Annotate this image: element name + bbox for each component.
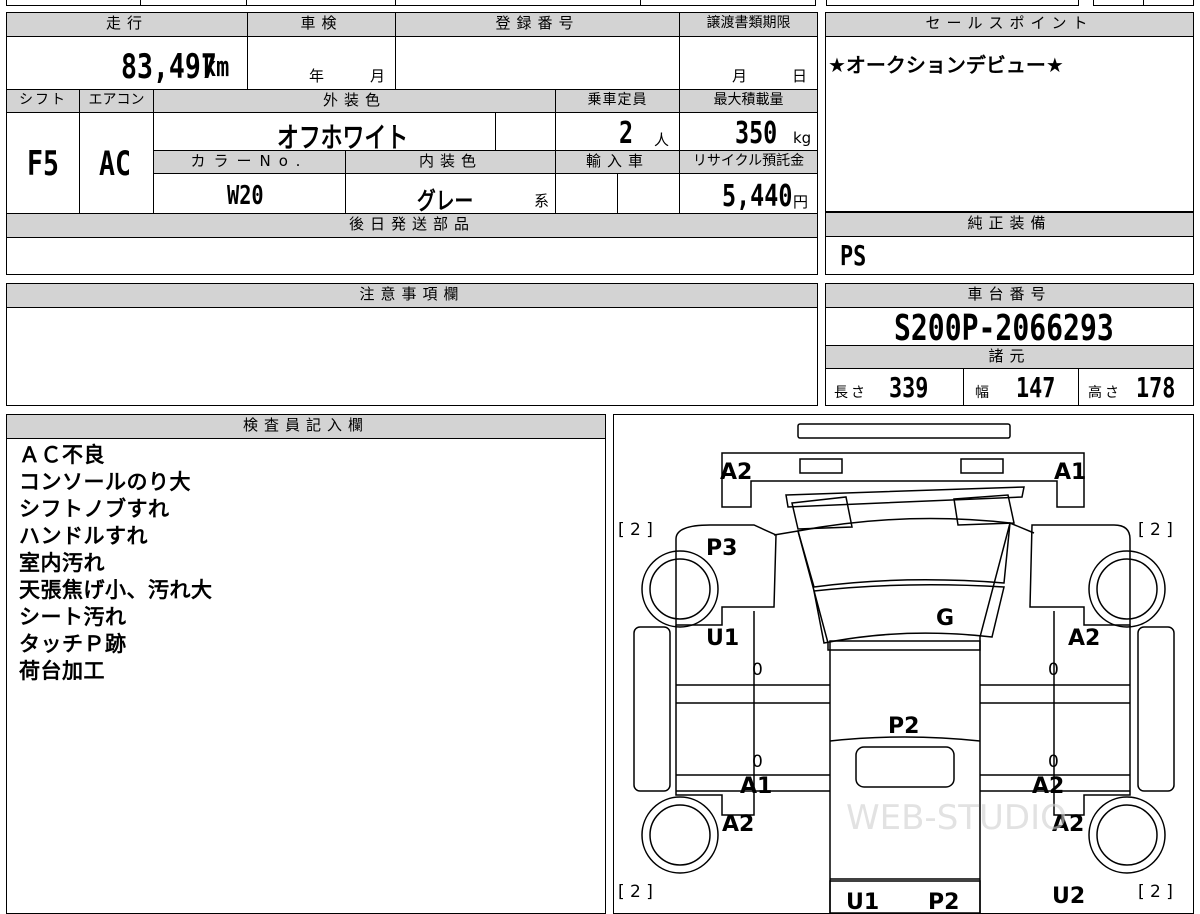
note-item: 荷台加工 xyxy=(19,659,105,683)
mileage-unit: km xyxy=(203,50,230,83)
top-strip xyxy=(6,0,816,6)
inspector-box: 検査員記入欄 ＡＣ不良 コンソールのり大 シフトノブすれ ハンドルすれ 室内汚れ… xyxy=(6,414,606,914)
capacity-unit: 人 xyxy=(654,131,670,149)
color-no-value: W20 xyxy=(227,181,264,211)
equipment-box: 純正装備 PS xyxy=(825,212,1194,275)
tire-mark-rear-left: [ 2 ] xyxy=(618,882,653,902)
capacity-value: 2 xyxy=(619,116,634,151)
transfer-day: 日 xyxy=(792,67,808,85)
label-bottom-left: U1 xyxy=(846,890,879,913)
label-front-right: A1 xyxy=(1054,460,1086,485)
ac-value: AC xyxy=(99,144,131,184)
recycle-unit: 円 xyxy=(793,193,809,211)
import-header: 輸入車 xyxy=(556,151,679,173)
label-left-front-door: U1 xyxy=(706,626,739,651)
ac-header: エアコン xyxy=(80,90,153,112)
max-load-value: 350 xyxy=(735,116,778,151)
label-front-left: A2 xyxy=(720,460,752,485)
vehicle-diagram-box: A2 A1 P3 G U1 A2 P2 A1 A2 A2 A2 U1 P2 U2… xyxy=(613,414,1194,914)
chassis-number: S200P-2066293 xyxy=(894,308,1114,349)
tire-mark-front-left: [ 2 ] xyxy=(618,520,653,540)
transfer-month: 月 xyxy=(732,67,748,85)
note-item: ハンドルすれ xyxy=(19,524,148,548)
height-value: 178 xyxy=(1136,371,1176,404)
sales-point-text: ★オークションデビュー★ xyxy=(828,53,1064,77)
max-load-unit: kg xyxy=(793,129,812,147)
label-left-sill: A1 xyxy=(740,774,772,799)
caution-header: 注意事項欄 xyxy=(7,284,817,307)
spec-header: 諸元 xyxy=(826,346,1193,368)
length-label: 長さ xyxy=(834,385,868,401)
transfer-header: 譲渡書類期限 xyxy=(680,13,817,36)
inspection-month: 月 xyxy=(370,67,386,85)
chassis-header: 車台番号 xyxy=(826,284,1193,307)
label-roof: P2 xyxy=(888,714,919,739)
label-front-left-fender: P3 xyxy=(706,536,737,561)
note-item: コンソールのり大 xyxy=(19,470,191,494)
caution-box: 注意事項欄 xyxy=(6,283,818,406)
label-right-front-door: A2 xyxy=(1068,626,1100,651)
height-label: 高さ xyxy=(1088,385,1122,401)
recycle-value: 5,440 xyxy=(722,179,793,214)
recycle-header: リサイクル預託金 xyxy=(680,151,817,173)
zero-mark: 0 xyxy=(752,660,763,680)
equipment-header: 純正装備 xyxy=(826,212,1193,236)
note-item: シフトノブすれ xyxy=(19,497,170,521)
reg-no-header: 登録番号 xyxy=(396,13,679,36)
max-load-header: 最大積載量 xyxy=(680,90,817,112)
width-value: 147 xyxy=(1016,371,1056,404)
note-item: ＡＣ不良 xyxy=(19,443,105,467)
label-hood: G xyxy=(936,606,954,631)
later-parts-header: 後日発送部品 xyxy=(7,214,817,237)
note-item: 天張焦げ小、汚れ大 xyxy=(19,578,213,602)
interior-header: 内装色 xyxy=(346,151,555,173)
inspection-header: 車検 xyxy=(248,13,395,36)
zero-mark: 0 xyxy=(1048,752,1059,772)
tire-mark-rear-right: [ 2 ] xyxy=(1138,882,1173,902)
label-bottom-right: U2 xyxy=(1052,884,1085,909)
shift-value: F5 xyxy=(27,144,59,184)
equipment-value: PS xyxy=(840,239,867,272)
inspector-header: 検査員記入欄 xyxy=(7,415,605,438)
interior-suffix: 系 xyxy=(534,192,550,210)
label-right-sill: A2 xyxy=(1032,774,1064,799)
chassis-box: 車台番号 S200P-2066293 諸元 長さ 339 幅 147 高さ 17… xyxy=(825,283,1194,406)
exterior-header: 外装色 xyxy=(154,90,555,112)
inspection-year: 年 xyxy=(309,67,325,85)
capacity-header: 乗車定員 xyxy=(556,90,679,112)
vehicle-diagram: A2 A1 P3 G U1 A2 P2 A1 A2 A2 A2 U1 P2 U2… xyxy=(618,423,1175,913)
sales-point-header: セールスポイント xyxy=(826,13,1193,36)
interior-value: グレー xyxy=(417,187,474,215)
sales-point-box: セールスポイント ★オークションデビュー★ xyxy=(825,12,1194,212)
watermark: WEB-STUDIO xyxy=(846,798,1067,838)
vehicle-info-table: 走行 車検 登録番号 譲渡書類期限 83,497 km 年 月 月 日 シフト … xyxy=(6,12,818,275)
mileage-header: 走行 xyxy=(7,13,247,36)
label-left-rear: A2 xyxy=(722,812,754,837)
width-label: 幅 xyxy=(975,385,991,401)
label-bottom-center: P2 xyxy=(928,890,959,913)
zero-mark: 0 xyxy=(752,752,763,772)
shift-header: シフト xyxy=(7,90,79,112)
zero-mark: 0 xyxy=(1048,660,1059,680)
note-item: タッチＰ跡 xyxy=(19,632,127,656)
tire-mark-front-right: [ 2 ] xyxy=(1138,520,1173,540)
note-item: 室内汚れ xyxy=(19,551,105,575)
note-item: シート汚れ xyxy=(19,605,127,629)
color-no-header: カラーNo. xyxy=(154,151,345,173)
length-value: 339 xyxy=(889,371,929,404)
